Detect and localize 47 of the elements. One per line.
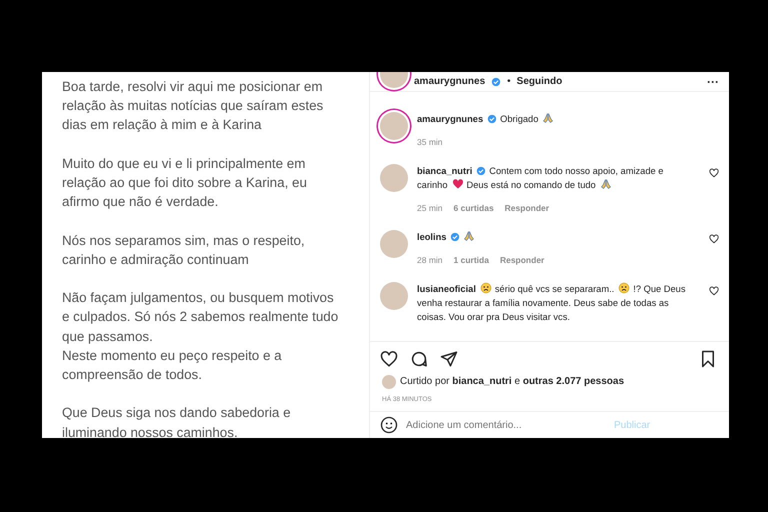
bookmark-icon <box>699 350 717 368</box>
follow-status[interactable]: Seguindo <box>516 74 562 89</box>
text-line: carinho e admiração continuam <box>62 250 249 269</box>
comment-time: 28 min <box>417 254 443 267</box>
heart-outline-icon <box>380 350 398 368</box>
text-line: e culpados. Só nós 2 sabemos realmente tudo <box>62 308 338 326</box>
username[interactable]: leolins <box>417 232 446 242</box>
praying-hands-icon <box>600 178 612 190</box>
text-line: Muito do que eu vi e li principalmente em <box>62 154 306 173</box>
comment-text: Deus está no comando de tudo <box>466 180 596 190</box>
likes-summary: Curtido por bianca_nutri e outras 2.077 pessoas <box>400 375 624 390</box>
text-line: relação às muitas notícias que saíram estes <box>62 97 324 116</box>
avatar[interactable] <box>380 112 408 140</box>
username[interactable]: amaurygnunes <box>417 114 484 124</box>
comment-text: sério quê vcs se separaram.. <box>494 284 614 294</box>
praying-hands-icon <box>463 230 476 242</box>
text-line: iluminando nossos caminhos. <box>62 424 238 438</box>
praying-hands-icon <box>542 112 554 124</box>
comment-text: Obrigado <box>500 114 538 124</box>
username[interactable]: amaurygnunes <box>414 74 486 89</box>
text-line: Não façam julgamentos, ou busquem motivos <box>62 289 334 308</box>
share-icon <box>440 350 458 368</box>
comment-text: coisas. Vou orar pra Deus visitar vcs. <box>417 312 570 322</box>
text-line: Que Deus siga nos dando sabedoria e <box>62 404 291 422</box>
text-line: Nós nos separamos sim, mas o respeito, <box>62 232 305 250</box>
comment-text: Contem com todo nosso apoio, amizade e <box>489 166 664 176</box>
text-line: relação ao que foi dito sobre a Karina, eu <box>62 174 307 192</box>
separator-dot: • <box>507 75 511 89</box>
text-line: dias em relação à mim e à Karina <box>62 116 262 134</box>
sad-face-icon <box>618 282 630 294</box>
comment-icon <box>410 350 428 368</box>
text-line: que passamos. <box>62 328 153 346</box>
text-line: Boa tarde, resolvi vir aqui me posicionar em <box>62 78 322 96</box>
text-line: compreensão de todos. <box>62 366 202 384</box>
text-line: afirmo que não é verdade. <box>62 193 218 212</box>
comment-time: 25 min <box>417 202 443 215</box>
text-line: Neste momento eu peço respeito e a <box>62 346 282 365</box>
username[interactable]: lusianeoficial <box>417 284 476 294</box>
comment-text: !? Que Deus <box>633 284 686 294</box>
comment-text: venha restaurar a família novamente. Deus sabe de todas as <box>417 298 669 308</box>
sad-face-icon <box>480 282 492 294</box>
comment-text: carinho <box>417 180 448 190</box>
more-options-button[interactable]: ··· <box>707 72 719 90</box>
smiley-icon <box>380 416 398 434</box>
comment-time: 35 min <box>417 136 443 149</box>
username[interactable]: bianca_nutri <box>417 166 472 176</box>
heart-icon <box>452 178 464 190</box>
